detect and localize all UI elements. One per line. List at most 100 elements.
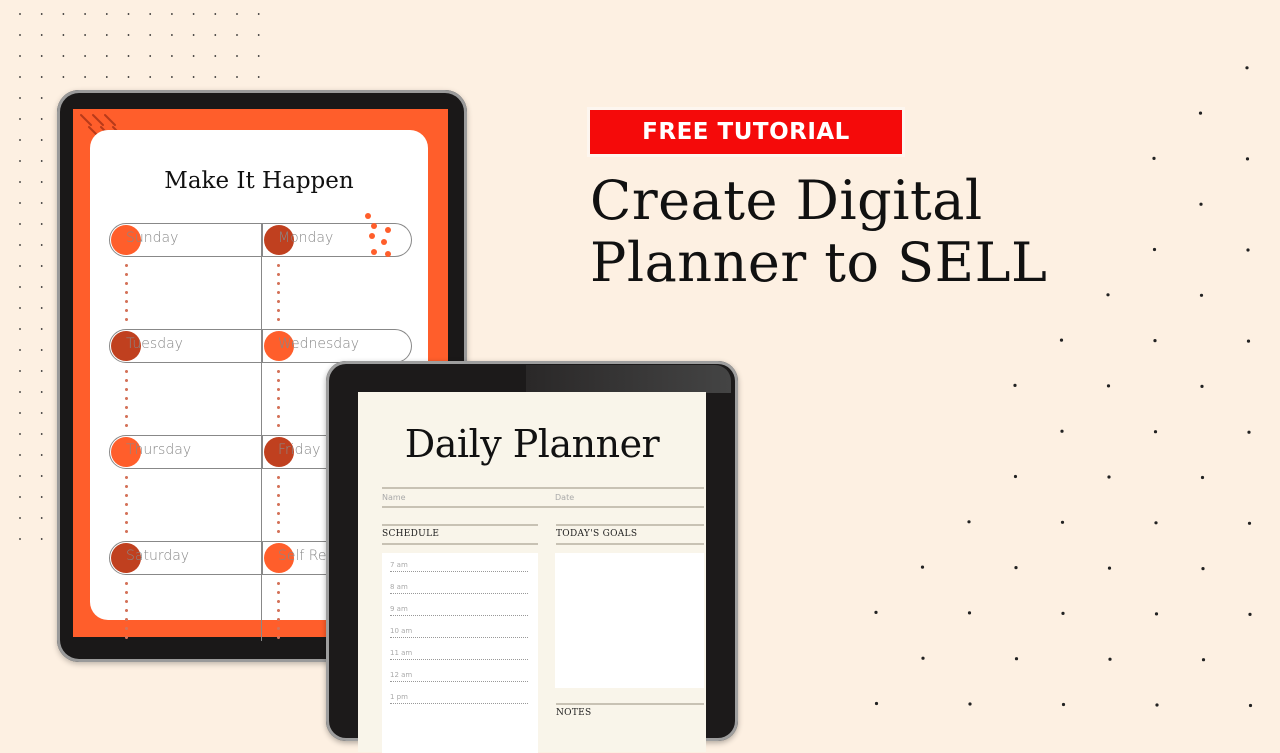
background-dot [19, 517, 21, 519]
background-dot [19, 34, 21, 36]
column-divider [261, 223, 262, 641]
background-dot [40, 118, 43, 120]
background-dot [214, 55, 217, 57]
background-dot [19, 475, 21, 477]
divider [556, 543, 704, 545]
background-dot [127, 34, 130, 36]
background-dot [1153, 339, 1157, 343]
background-dot [19, 265, 21, 267]
background-dot [105, 76, 108, 78]
background-dot [40, 454, 43, 456]
schedule-slot: 11 am [390, 649, 528, 660]
background-dot [62, 55, 65, 57]
background-dot [40, 412, 43, 414]
background-dot [40, 475, 43, 477]
free-tutorial-badge: FREE TUTORIAL [590, 110, 902, 154]
background-dot [1014, 566, 1018, 570]
background-dot [40, 517, 43, 519]
background-dot [40, 391, 43, 393]
background-dot [84, 55, 86, 57]
background-dot [40, 328, 43, 330]
background-dot [19, 118, 21, 120]
notes-label: NOTES [556, 708, 592, 718]
background-dot [257, 76, 260, 78]
background-dot [1248, 612, 1252, 617]
screen-glare [526, 365, 731, 393]
daily-planner-title: Daily Planner [404, 422, 660, 466]
divider [382, 487, 704, 489]
background-dot [40, 286, 43, 288]
background-dot [1108, 657, 1112, 661]
todays-goals-label: TODAY'S GOALS [556, 529, 638, 539]
background-dot [62, 34, 65, 36]
background-dot [149, 34, 152, 36]
weekly-planner-title: Make It Happen [164, 168, 354, 194]
background-dot [40, 265, 43, 267]
schedule-slot: 10 am [390, 627, 528, 638]
background-dot [967, 611, 972, 615]
background-dot [1248, 703, 1253, 708]
headline: Create Digital Planner to SELL [590, 170, 1047, 294]
background-dot [19, 538, 21, 540]
background-dot [149, 55, 152, 57]
schedule-label: SCHEDULE [382, 529, 440, 539]
badge-label: FREE TUTORIAL [642, 119, 850, 145]
background-dot [1153, 430, 1158, 434]
background-dot [40, 13, 43, 15]
background-dot [1154, 612, 1159, 616]
background-dot [1106, 293, 1110, 297]
slot-line [390, 681, 528, 682]
schedule-slot: 9 am [390, 605, 528, 616]
background-dot [1152, 156, 1156, 160]
background-dot [19, 412, 21, 414]
background-dot [127, 76, 130, 78]
background-dot [1154, 521, 1158, 525]
dotted-guide [277, 261, 280, 323]
background-dot [1106, 384, 1111, 388]
background-dot [40, 223, 43, 225]
schedule-slot: 7 am [390, 561, 528, 572]
background-dot [1199, 293, 1204, 297]
background-dot [214, 76, 217, 78]
background-dot [84, 76, 86, 78]
background-dot [19, 286, 21, 288]
divider [382, 524, 538, 526]
background-dot [40, 76, 43, 78]
background-dot [1013, 383, 1017, 387]
background-dot [1059, 338, 1064, 342]
tablet-daily-planner: Daily Planner Name Date SCHEDULE TODAY'S… [326, 361, 738, 753]
background-dot [257, 55, 260, 57]
background-dot [1246, 248, 1250, 252]
slot-time: 11 am [390, 649, 413, 657]
divider [556, 524, 704, 526]
background-dot [1060, 429, 1064, 433]
background-dot [62, 76, 65, 78]
schedule-slot: 8 am [390, 583, 528, 594]
background-dot [171, 55, 173, 57]
background-dot [19, 454, 21, 456]
dotted-guide [125, 473, 128, 535]
background-dot [921, 656, 925, 660]
background-dot [19, 202, 21, 204]
background-dot [967, 520, 971, 524]
scatter-dots-decoration-icon [365, 213, 391, 257]
dotted-guide [277, 579, 280, 641]
divider [382, 506, 704, 508]
background-dot [19, 328, 21, 330]
schedule-box: 7 am 8 am 9 am 10 am 11 am 12 am 1 pm [382, 553, 538, 753]
slot-time: 8 am [390, 583, 408, 591]
background-dot [40, 244, 43, 246]
background-dot [1247, 430, 1251, 434]
background-dot [19, 433, 21, 435]
dotted-guide [125, 367, 128, 429]
day-label: Friday [278, 442, 321, 458]
background-dot [19, 496, 21, 498]
background-dot [40, 349, 43, 351]
background-dot [19, 181, 21, 183]
date-label: Date [555, 493, 575, 502]
background-dot [171, 76, 173, 78]
background-dot [40, 307, 43, 309]
day-label: Sunday [126, 230, 179, 246]
background-dot [171, 34, 173, 36]
background-dot [236, 55, 238, 57]
